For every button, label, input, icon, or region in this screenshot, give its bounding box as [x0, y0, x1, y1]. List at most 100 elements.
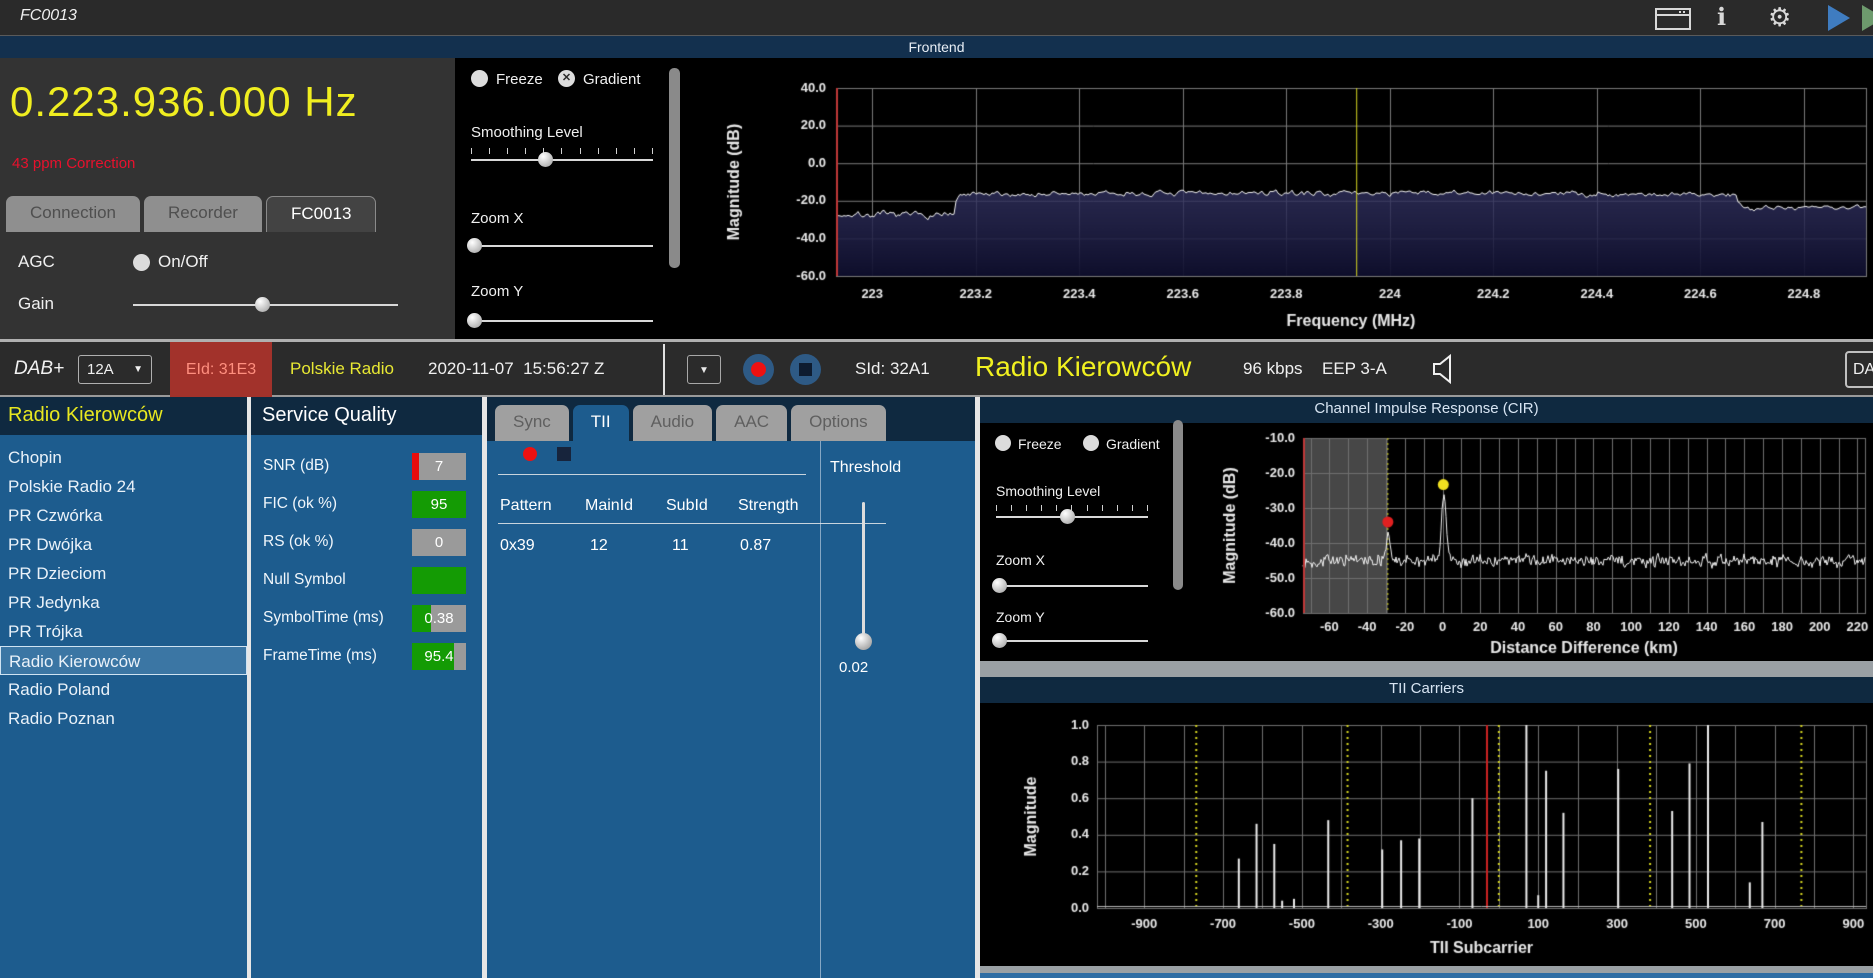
cir-smoothing-label: Smoothing Level [996, 483, 1100, 499]
agc-radio[interactable] [133, 254, 150, 271]
horizontal-scrollbar[interactable] [980, 661, 1873, 677]
sq-row-rs: RS (ok %) 0 [251, 529, 482, 556]
symbol-time-badge: 0.38 [412, 605, 466, 632]
cir-freeze-radio[interactable] [995, 435, 1011, 451]
tii-col-subid: SubId [666, 497, 708, 515]
gain-slider-handle[interactable] [255, 297, 270, 312]
tii-cell-pattern: 0x39 [500, 537, 535, 555]
window-icon[interactable] [1655, 8, 1691, 30]
spectrum-smoothing-handle[interactable] [538, 152, 553, 167]
gear-icon[interactable]: ⚙ [1768, 2, 1791, 33]
threshold-slider-handle[interactable] [855, 633, 872, 650]
tii-carriers-chart[interactable] [980, 703, 1873, 959]
protection-label: EEP 3-A [1322, 359, 1387, 379]
eid-badge: EId: 31E3 [170, 342, 272, 397]
speaker-icon[interactable] [1428, 353, 1460, 385]
tab-tii[interactable]: TII [573, 405, 629, 441]
tab-recorder[interactable]: Recorder [144, 196, 262, 232]
spectrum-chart[interactable] [690, 58, 1873, 339]
spectrum-zoomy-handle[interactable] [467, 313, 482, 328]
spectrum-smoothing-track[interactable] [471, 159, 653, 161]
separator [820, 441, 821, 978]
frontend-section-header: Frontend [0, 36, 1873, 58]
frontend-controls-scrollbar[interactable] [669, 68, 680, 268]
chevron-down-icon: ▼ [133, 364, 143, 375]
decoder-tabs: Sync TII Audio AAC Options [487, 397, 975, 441]
spectrum-gradient-label: Gradient [583, 71, 641, 88]
cir-zoomy-track[interactable] [996, 640, 1148, 642]
spectrum-gradient-radio[interactable]: ✕ [558, 70, 575, 87]
spectrum-zoomx-handle[interactable] [467, 238, 482, 253]
frontend-tabs: Connection Recorder FC0013 [6, 196, 376, 232]
tab-options[interactable]: Options [791, 405, 886, 441]
charts-region: Channel Impulse Response (CIR) Freeze Gr… [980, 397, 1873, 978]
tii-record-icon[interactable] [523, 447, 537, 461]
service-item[interactable]: PR Jedynka [0, 588, 247, 617]
cir-gradient-label: Gradient [1106, 436, 1160, 452]
tii-cell-subid: 11 [672, 537, 689, 555]
cir-freeze-label: Freeze [1018, 436, 1062, 452]
cir-chart[interactable] [1185, 423, 1873, 661]
tab-audio[interactable]: Audio [633, 405, 712, 441]
agc-label: AGC [18, 252, 55, 272]
sq-row-symbol-time: SymbolTime (ms) 0.38 [251, 605, 482, 632]
tab-fc0013[interactable]: FC0013 [266, 196, 376, 232]
sq-label: SNR (dB) [263, 457, 329, 475]
channel-select[interactable]: 12A ▼ [78, 355, 152, 384]
ppm-correction-label: 43 ppm Correction [12, 155, 135, 172]
sq-row-frame-time: FrameTime (ms) 95.4 [251, 643, 482, 670]
cir-zoomx-track[interactable] [996, 585, 1148, 587]
tii-cell-mainid: 12 [590, 537, 608, 555]
cir-title: Channel Impulse Response (CIR) [980, 397, 1873, 423]
tab-connection[interactable]: Connection [6, 196, 140, 232]
cir-smoothing-handle[interactable] [1060, 509, 1075, 524]
cir-controls-scrollbar[interactable] [1173, 420, 1183, 590]
service-item[interactable]: PR Czwórka [0, 501, 247, 530]
sq-row-null-symbol: Null Symbol [251, 567, 482, 594]
service-item[interactable]: PR Dwójka [0, 530, 247, 559]
cir-zoomy-handle[interactable] [992, 633, 1007, 648]
record-icon [751, 362, 766, 377]
service-item-selected[interactable]: Radio Kierowców [0, 646, 247, 675]
service-item[interactable]: Radio Poznan [0, 704, 247, 733]
tab-sync[interactable]: Sync [495, 405, 569, 441]
separator [498, 474, 806, 475]
service-item[interactable]: Radio Poland [0, 675, 247, 704]
bitrate-label: 96 kbps [1243, 359, 1303, 379]
service-item[interactable]: PR Trójka [0, 617, 247, 646]
stop-button[interactable] [790, 354, 821, 385]
service-list: Chopin Polskie Radio 24 PR Czwórka PR Dw… [0, 443, 247, 733]
service-item[interactable]: Polskie Radio 24 [0, 472, 247, 501]
dab-badge: DAB [1845, 351, 1873, 388]
service-item[interactable]: PR Dzieciom [0, 559, 247, 588]
cir-zoomy-label: Zoom Y [996, 609, 1045, 625]
tii-stop-icon[interactable] [557, 447, 571, 461]
snr-alert-stripe [412, 453, 419, 480]
play-secondary-icon[interactable] [1862, 5, 1873, 31]
horizontal-scrollbar[interactable] [980, 966, 1873, 973]
separator [663, 344, 665, 395]
record-dropdown-button[interactable]: ▼ [687, 355, 721, 384]
cir-zoomx-handle[interactable] [992, 578, 1007, 593]
tab-aac[interactable]: AAC [716, 405, 787, 441]
sq-label: FIC (ok %) [263, 495, 337, 513]
gain-label: Gain [18, 294, 54, 314]
spectrum-zoomx-track[interactable] [471, 245, 653, 247]
current-service-name: Radio Kierowców [975, 351, 1191, 383]
threshold-slider-track[interactable] [862, 502, 865, 640]
cir-gradient-radio[interactable] [1083, 435, 1099, 451]
info-icon[interactable]: ℹ [1717, 3, 1726, 32]
snr-value-badge: 7 [412, 453, 466, 480]
service-item[interactable]: Chopin [0, 443, 247, 472]
play-icon[interactable] [1828, 5, 1850, 31]
spectrum-zoomx-label: Zoom X [471, 210, 524, 227]
decoder-tabs-panel: Sync TII Audio AAC Options Pattern MainI… [487, 397, 975, 978]
rs-value-badge: 0 [412, 529, 466, 556]
record-button[interactable] [743, 354, 774, 385]
sq-label: SymbolTime (ms) [263, 609, 384, 627]
dab-mode-label: DAB+ [14, 358, 64, 380]
spectrum-freeze-radio[interactable] [471, 70, 488, 87]
spectrum-zoomy-label: Zoom Y [471, 283, 523, 300]
tii-col-strength: Strength [738, 497, 798, 515]
spectrum-zoomy-track[interactable] [471, 320, 653, 322]
